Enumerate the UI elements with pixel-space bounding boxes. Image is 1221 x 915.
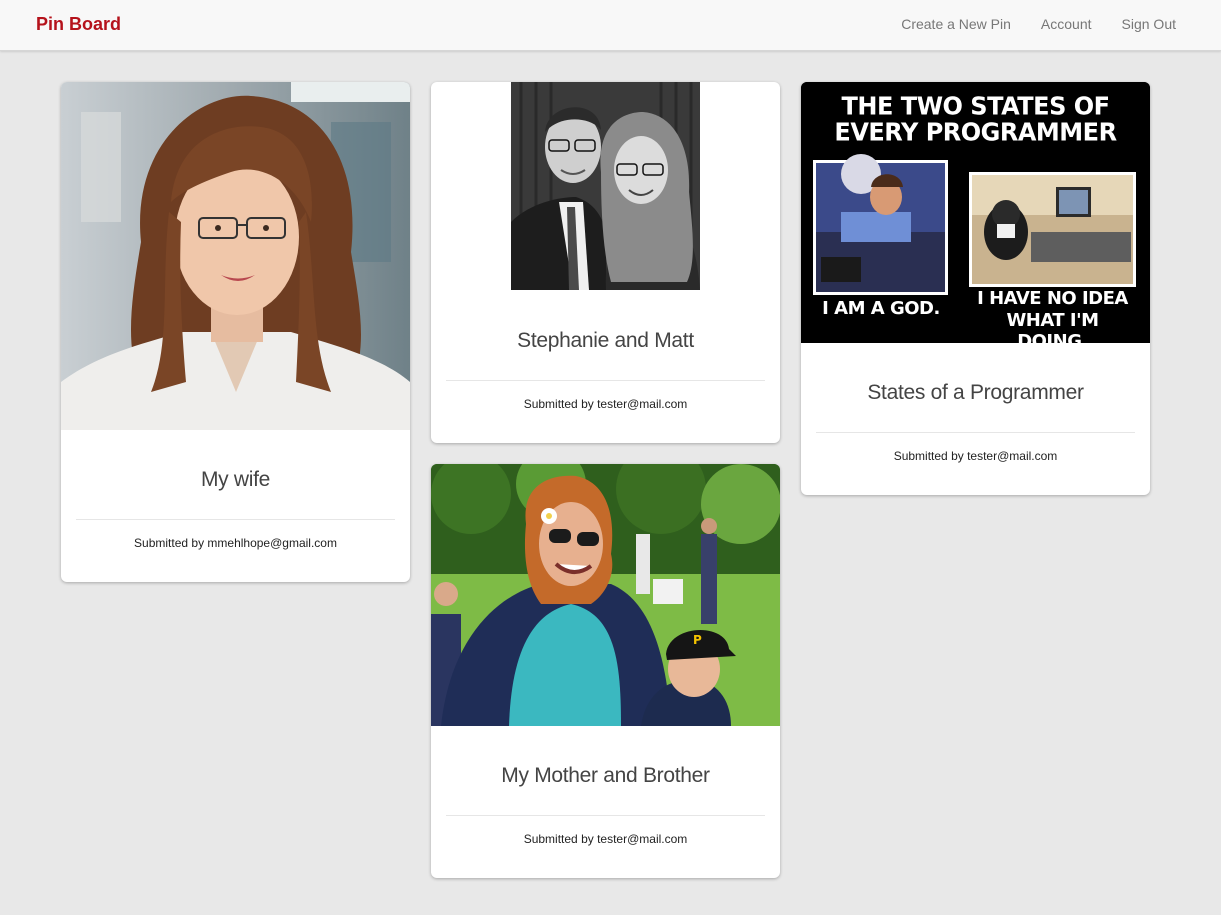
create-pin-link[interactable]: Create a New Pin	[901, 16, 1011, 32]
card-divider	[816, 432, 1135, 433]
sign-out-link[interactable]: Sign Out	[1122, 16, 1176, 32]
brand-link[interactable]: Pin Board	[36, 14, 121, 35]
card-divider	[446, 815, 765, 816]
pin-image[interactable]: THE TWO STATES OF EVERY PROGRAMMER I AM …	[801, 82, 1150, 343]
pin-card-states-of-a-programmer[interactable]: THE TWO STATES OF EVERY PROGRAMMER I AM …	[801, 82, 1150, 495]
meme-left-caption: I AM A GOD.	[822, 298, 940, 319]
pin-card-stephanie-and-matt[interactable]: Stephanie and Matt Submitted by tester@m…	[431, 82, 780, 443]
pin-submitter: Submitted by tester@mail.com	[523, 397, 688, 411]
card-divider	[76, 519, 395, 520]
pin-image[interactable]	[61, 82, 410, 430]
pin-image[interactable]: P	[431, 464, 780, 726]
navbar: Pin Board Create a New Pin Account Sign …	[0, 0, 1221, 51]
pin-title: My wife	[200, 468, 271, 491]
meme-right-caption-line-2: WHAT I'M DOING.	[1006, 310, 1099, 343]
pin-submitter: Submitted by mmehlhope@gmail.com	[134, 536, 337, 550]
pin-image[interactable]	[511, 82, 700, 290]
pin-card-my-mother-and-brother[interactable]: P My Mother and Brother Submitted by tes…	[431, 464, 780, 878]
pin-title: Stephanie and Matt	[517, 329, 694, 352]
pin-card-my-wife[interactable]: My wife Submitted by mmehlhope@gmail.com	[61, 82, 410, 582]
pin-submitter: Submitted by tester@mail.com	[523, 832, 688, 846]
nav-links: Create a New Pin Account Sign Out	[901, 16, 1176, 32]
pin-title: States of a Programmer	[867, 381, 1084, 404]
pin-submitter: Submitted by tester@mail.com	[893, 449, 1058, 463]
pin-title: My Mother and Brother	[501, 764, 710, 787]
meme-right-caption-line-1: I HAVE NO IDEA	[977, 288, 1128, 309]
meme-heading-line-2: EVERY PROGRAMMER	[834, 117, 1117, 147]
account-link[interactable]: Account	[1041, 16, 1092, 32]
card-divider	[446, 380, 765, 381]
svg-text:P: P	[693, 633, 702, 647]
meme-heading-line-1: THE TWO STATES OF	[841, 91, 1110, 121]
